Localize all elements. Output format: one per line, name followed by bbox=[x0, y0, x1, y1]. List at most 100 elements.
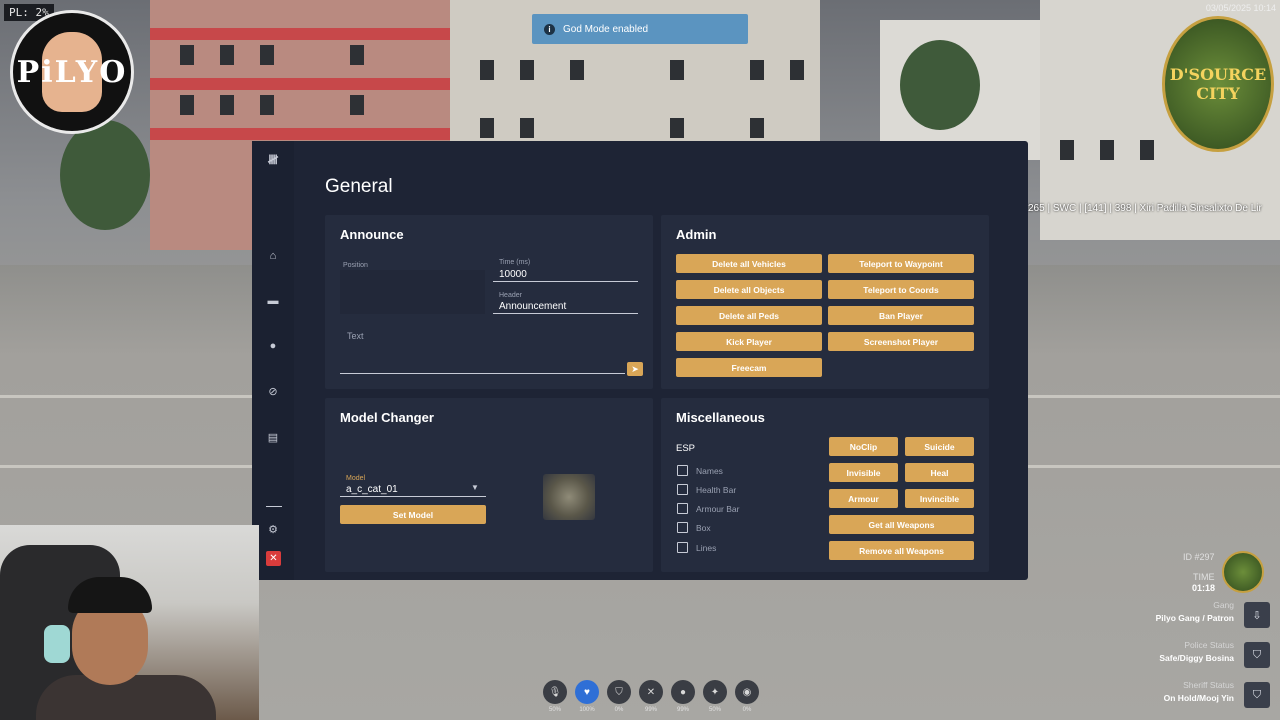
admin-card: Admin Delete all Vehicles Teleport to Wa… bbox=[661, 215, 989, 389]
announce-card: Announce Position Time (ms) 10000 Header… bbox=[325, 215, 653, 389]
esp-lines-checkbox[interactable] bbox=[677, 542, 688, 553]
armor-value: 0% bbox=[614, 707, 624, 713]
mic-value: 50% bbox=[548, 707, 561, 713]
sheriff-label: Sheriff Status bbox=[1183, 680, 1234, 690]
gang-status: Gang Pilyo Gang / Patron ⇩ bbox=[1140, 598, 1276, 634]
esp-names-checkbox[interactable] bbox=[677, 465, 688, 476]
streamer-shirt bbox=[36, 675, 216, 720]
model-changer-card: Model Changer Model a_c_cat_01 ▼ Set Mod… bbox=[325, 398, 653, 572]
stress-icon: ◉ bbox=[735, 680, 759, 704]
notification-toast: i God Mode enabled bbox=[532, 14, 748, 44]
suicide-button[interactable]: Suicide bbox=[905, 437, 974, 456]
shield-icon: ⛉ bbox=[607, 680, 631, 704]
model-label: Model bbox=[346, 475, 366, 482]
get-all-weapons-button[interactable]: Get all Weapons bbox=[829, 515, 974, 534]
server-logo: D'SOURCE CITY bbox=[1162, 16, 1274, 152]
announce-title: Announce bbox=[340, 227, 404, 242]
mic-icon: 🎙 bbox=[543, 680, 567, 704]
esp-armour-label: Armour Bar bbox=[696, 504, 740, 514]
model-changer-title: Model Changer bbox=[340, 410, 434, 425]
info-icon: i bbox=[544, 23, 555, 35]
player-nametag: 265 | SWC | [141] | 398 | Xiri Padilla S… bbox=[1028, 203, 1262, 214]
ban-icon[interactable]: ⊘ bbox=[252, 380, 294, 402]
esp-label: ESP bbox=[676, 443, 696, 454]
esp-health-checkbox[interactable] bbox=[677, 484, 688, 495]
header-label: Header bbox=[499, 292, 522, 299]
esp-health-label: Health Bar bbox=[696, 485, 737, 495]
sidebar: 𝍸 ⌂ ▬ ● ⊘ ▤ ⚙ ✕ bbox=[252, 141, 294, 580]
teleport-coords-button[interactable]: Teleport to Coords bbox=[828, 280, 974, 299]
esp-armour-checkbox[interactable] bbox=[677, 503, 688, 514]
streamer-cap bbox=[68, 577, 152, 613]
heart-icon: ♥ bbox=[575, 680, 599, 704]
misc-title: Miscellaneous bbox=[676, 410, 765, 425]
chevron-down-icon[interactable]: ▼ bbox=[471, 483, 479, 492]
document-icon[interactable]: ▤ bbox=[252, 426, 294, 448]
palm-tree bbox=[60, 120, 150, 230]
noclip-button[interactable]: NoClip bbox=[829, 437, 898, 456]
stamina-value: 50% bbox=[708, 707, 721, 713]
header-underline bbox=[493, 313, 638, 314]
admin-title: Admin bbox=[676, 227, 717, 242]
toast-message: God Mode enabled bbox=[563, 23, 649, 35]
palm-tree bbox=[900, 40, 980, 130]
model-preview-image bbox=[543, 474, 595, 520]
police-status: Police Status Safe/Diggy Bosina ⛉ bbox=[1140, 638, 1276, 674]
freecam-button[interactable]: Freecam bbox=[676, 358, 822, 377]
server-badge-icon bbox=[1222, 551, 1264, 593]
gang-icon: ⇩ bbox=[1244, 602, 1270, 628]
gang-label: Gang bbox=[1213, 600, 1234, 610]
date-time: 03/05/2025 10:14 bbox=[1205, 3, 1276, 13]
streamer-logo: PiLYO bbox=[10, 10, 134, 134]
text-input[interactable] bbox=[340, 373, 625, 374]
set-model-button[interactable]: Set Model bbox=[340, 505, 486, 524]
streamer-logo-text: PiLYO bbox=[16, 54, 128, 90]
water-icon: ● bbox=[671, 680, 695, 704]
gang-value: Pilyo Gang / Patron bbox=[1155, 613, 1234, 623]
stamina-icon: ✦ bbox=[703, 680, 727, 704]
time-label: Time (ms) bbox=[499, 259, 531, 266]
armour-button[interactable]: Armour bbox=[829, 489, 898, 508]
delete-peds-button[interactable]: Delete all Peds bbox=[676, 306, 822, 325]
sheriff-shield-icon: ⛉ bbox=[1244, 682, 1270, 708]
stress-value: 0% bbox=[742, 707, 752, 713]
page-title: General bbox=[325, 176, 393, 197]
hunger-value: 99% bbox=[644, 707, 657, 713]
delete-objects-button[interactable]: Delete all Objects bbox=[676, 280, 822, 299]
miscellaneous-card: Miscellaneous ESP Names Health Bar Armou… bbox=[661, 398, 989, 572]
invincible-button[interactable]: Invincible bbox=[905, 489, 974, 508]
invisible-button[interactable]: Invisible bbox=[829, 463, 898, 482]
time-value: 01:18 bbox=[1192, 583, 1216, 593]
teleport-waypoint-button[interactable]: Teleport to Waypoint bbox=[828, 254, 974, 273]
delete-vehicles-button[interactable]: Delete all Vehicles bbox=[676, 254, 822, 273]
model-select[interactable]: a_c_cat_01 bbox=[346, 484, 398, 495]
health-value: 100% bbox=[579, 707, 595, 713]
tally-icon[interactable]: 𝍸 bbox=[252, 151, 294, 173]
esp-box-checkbox[interactable] bbox=[677, 522, 688, 533]
webcam-overlay bbox=[0, 525, 259, 720]
sidebar-divider bbox=[266, 506, 282, 507]
header-input[interactable]: Announcement bbox=[499, 301, 566, 312]
time-input[interactable]: 10000 bbox=[499, 269, 527, 280]
esp-names-label: Names bbox=[696, 466, 723, 476]
close-icon[interactable]: ✕ bbox=[266, 551, 281, 566]
screenshot-player-button[interactable]: Screenshot Player bbox=[828, 332, 974, 351]
remove-all-weapons-button[interactable]: Remove all Weapons bbox=[829, 541, 974, 560]
position-picker[interactable] bbox=[340, 270, 485, 314]
person-icon[interactable]: ● bbox=[252, 335, 294, 357]
home-icon[interactable]: ⌂ bbox=[252, 245, 294, 267]
esp-lines-label: Lines bbox=[696, 543, 717, 553]
car-icon[interactable]: ▬ bbox=[252, 290, 294, 312]
time-underline bbox=[493, 281, 638, 282]
heal-button[interactable]: Heal bbox=[905, 463, 974, 482]
hunger-icon: ✕ bbox=[639, 680, 663, 704]
server-logo-text: D'SOURCE CITY bbox=[1169, 65, 1267, 103]
esp-box-label: Box bbox=[696, 523, 711, 533]
kick-player-button[interactable]: Kick Player bbox=[676, 332, 822, 351]
ban-player-button[interactable]: Ban Player bbox=[828, 306, 974, 325]
police-value: Safe/Diggy Bosina bbox=[1159, 653, 1234, 663]
police-label: Police Status bbox=[1184, 640, 1234, 650]
send-icon[interactable]: ➤ bbox=[627, 362, 643, 376]
text-label: Text bbox=[347, 331, 364, 341]
player-id: ID #297 bbox=[1183, 552, 1215, 562]
